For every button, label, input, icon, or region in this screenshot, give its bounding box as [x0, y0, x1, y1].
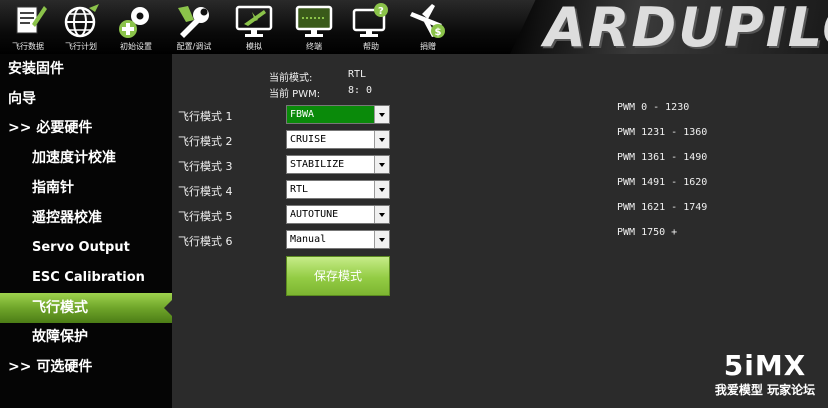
- flight-mode-6-select[interactable]: Manual: [286, 230, 390, 249]
- sidebar-item-esc-calibration[interactable]: ESC Calibration: [0, 263, 172, 293]
- help-monitor-icon: ?: [352, 3, 388, 37]
- flight-mode-4-select[interactable]: RTL: [286, 180, 390, 199]
- toolbar-label: 终端: [306, 42, 322, 51]
- svg-text:?: ?: [378, 6, 384, 17]
- toolbar-terminal-button[interactable]: 终端: [286, 0, 342, 54]
- current-pwm-value: 8: 0: [348, 85, 373, 96]
- watermark-caption: 我爱模型 玩家论坛: [714, 383, 816, 397]
- toolbar-label: 初始设置: [120, 42, 152, 51]
- flight-mode-3-value: STABILIZE: [290, 159, 345, 170]
- flight-mode-2-value: CRUISE: [290, 134, 327, 145]
- toolbar-label: 飞行计划: [65, 42, 97, 51]
- pwm-range-4: PWM 1491 - 1620: [617, 177, 708, 188]
- chevron-down-icon[interactable]: [374, 131, 389, 148]
- sidebar-item-servo-output[interactable]: Servo Output: [0, 233, 172, 263]
- toolbar-help-button[interactable]: ? 帮助: [343, 0, 399, 54]
- pwm-range-5: PWM 1621 - 1749: [617, 202, 708, 213]
- flight-mode-1-value: FBWA: [290, 109, 315, 120]
- current-mode-label: 当前模式:: [269, 73, 313, 84]
- terminal-icon: [295, 5, 333, 37]
- sidebar-item-install-firmware[interactable]: 安装固件: [0, 54, 172, 84]
- current-pwm-label: 当前 PWM:: [269, 89, 321, 100]
- flight-mode-3-select[interactable]: STABILIZE: [286, 155, 390, 174]
- toolbar-simulation-button[interactable]: 模拟: [226, 0, 282, 54]
- toolbar-initial-setup-button[interactable]: 初始设置: [108, 0, 164, 54]
- flight-mode-6-label: 飞行模式 6: [178, 235, 233, 248]
- sidebar-item-optional-hardware[interactable]: >> 可选硬件: [0, 352, 172, 382]
- chevron-down-icon[interactable]: [374, 106, 389, 123]
- toolbar-label: 模拟: [246, 42, 262, 51]
- svg-text:$: $: [435, 27, 442, 38]
- toolbar-donate-button[interactable]: $ 捐赠: [400, 0, 456, 54]
- toolbar-flight-data-button[interactable]: 飞行数据: [0, 0, 56, 54]
- toolbar-label: 捐赠: [420, 42, 436, 51]
- save-modes-button[interactable]: 保存模式: [286, 256, 390, 296]
- monitor-plane-icon: [235, 5, 273, 37]
- sidebar-item-mandatory-hardware[interactable]: >> 必要硬件: [0, 113, 172, 143]
- sidebar-item-wizard[interactable]: 向导: [0, 84, 172, 114]
- flight-mode-4-label: 飞行模式 4: [178, 185, 233, 198]
- flight-mode-1-select[interactable]: FBWA: [286, 105, 390, 124]
- flight-mode-2-select[interactable]: CRUISE: [286, 130, 390, 149]
- flight-mode-5-label: 飞行模式 5: [178, 210, 233, 223]
- chevron-down-icon[interactable]: [374, 231, 389, 248]
- sidebar-item-accel-calibration[interactable]: 加速度计校准: [0, 143, 172, 173]
- flight-modes-panel: 当前模式: RTL 当前 PWM: 8: 0 飞行模式 1 FBWA 飞行模式 …: [172, 54, 828, 408]
- current-mode-value: RTL: [348, 69, 367, 80]
- chevron-down-icon[interactable]: [374, 156, 389, 173]
- top-toolbar: 飞行数据 飞行计划 初始设置 配置/调试 模拟 终端 ? 帮助 $ 捐赠 ARD…: [0, 0, 828, 54]
- flight-data-icon: [16, 6, 47, 34]
- sidebar-item-failsafe[interactable]: 故障保护: [0, 322, 172, 352]
- toolbar-label: 帮助: [363, 42, 379, 51]
- flight-mode-2-label: 飞行模式 2: [178, 135, 233, 148]
- toolbar-label: 飞行数据: [12, 42, 44, 51]
- flight-mode-1-label: 飞行模式 1: [178, 110, 233, 123]
- flight-mode-4-value: RTL: [290, 184, 309, 195]
- watermark-logo: 5iMX: [723, 349, 807, 382]
- flight-mode-5-select[interactable]: AUTOTUNE: [286, 205, 390, 224]
- pwm-range-6: PWM 1750 +: [617, 227, 678, 238]
- toolbar-flight-plan-button[interactable]: 飞行计划: [53, 0, 109, 54]
- toolbar-config-tuning-button[interactable]: 配置/调试: [166, 0, 222, 54]
- chevron-down-icon[interactable]: [374, 181, 389, 198]
- flight-mode-5-value: AUTOTUNE: [290, 209, 339, 220]
- toolbar-label: 配置/调试: [176, 42, 212, 51]
- globe-icon: [64, 4, 99, 38]
- donate-plane-icon: $: [410, 4, 445, 38]
- logo-text: ARDUPILO: [544, 0, 828, 54]
- chevron-down-icon[interactable]: [374, 206, 389, 223]
- wrench-icon: [178, 6, 209, 38]
- watermark: 5iMX 我爱模型 玩家论坛: [706, 350, 824, 404]
- pwm-range-2: PWM 1231 - 1360: [617, 127, 708, 138]
- flight-mode-3-label: 飞行模式 3: [178, 160, 233, 173]
- pwm-range-1: PWM 0 - 1230: [617, 102, 690, 113]
- pwm-range-3: PWM 1361 - 1490: [617, 152, 708, 163]
- sidebar-item-radio-calibration[interactable]: 遥控器校准: [0, 203, 172, 233]
- sidebar: 安装固件 向导 >> 必要硬件 加速度计校准 指南针 遥控器校准 Servo O…: [0, 54, 172, 408]
- app-logo: ARDUPILO: [510, 0, 828, 54]
- flight-mode-6-value: Manual: [290, 234, 327, 245]
- gears-icon: [119, 7, 149, 38]
- sidebar-item-flight-modes[interactable]: 飞行模式: [0, 293, 172, 323]
- sidebar-item-compass[interactable]: 指南针: [0, 173, 172, 203]
